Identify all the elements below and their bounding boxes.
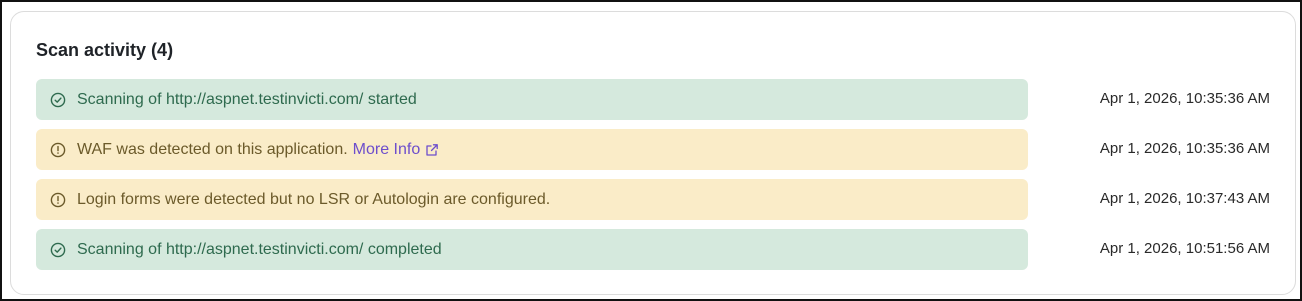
activity-message: WAF was detected on this application. bbox=[77, 140, 348, 158]
alert-circle-icon bbox=[50, 142, 66, 158]
activity-row-scan-started: Scanning of http://aspnet.testinvicti.co… bbox=[36, 79, 1028, 120]
external-link-icon[interactable] bbox=[420, 143, 439, 157]
activity-row-waf-detected: WAF was detected on this application. Mo… bbox=[36, 129, 1028, 170]
activity-timestamp: Apr 1, 2026, 10:37:43 AM bbox=[1099, 190, 1270, 207]
scan-activity-card: Scan activity (4) Scanning of http://asp… bbox=[10, 11, 1296, 295]
activity-row-login-forms: Login forms were detected but no LSR or … bbox=[36, 179, 1028, 220]
section-title: Scan activity (4) bbox=[36, 40, 174, 60]
activity-message: Login forms were detected but no LSR or … bbox=[77, 190, 551, 208]
activity-message: Scanning of http://aspnet.testinvicti.co… bbox=[77, 90, 417, 108]
check-circle-icon bbox=[50, 242, 66, 258]
activity-timestamp: Apr 1, 2026, 10:35:36 AM bbox=[1099, 90, 1270, 107]
more-info-link-label[interactable]: More Info bbox=[353, 141, 421, 159]
activity-row-scan-completed: Scanning of http://aspnet.testinvicti.co… bbox=[36, 229, 1028, 270]
activity-message: Scanning of http://aspnet.testinvicti.co… bbox=[77, 240, 442, 258]
window-frame: Scan activity (4) Scanning of http://asp… bbox=[0, 0, 1302, 301]
activity-timestamp: Apr 1, 2026, 10:51:56 AM bbox=[1099, 240, 1270, 257]
check-circle-icon bbox=[50, 92, 66, 108]
more-info-link[interactable]: More Info bbox=[353, 141, 440, 159]
alert-circle-icon bbox=[50, 192, 66, 208]
activity-timestamp: Apr 1, 2026, 10:35:36 AM bbox=[1099, 140, 1270, 157]
